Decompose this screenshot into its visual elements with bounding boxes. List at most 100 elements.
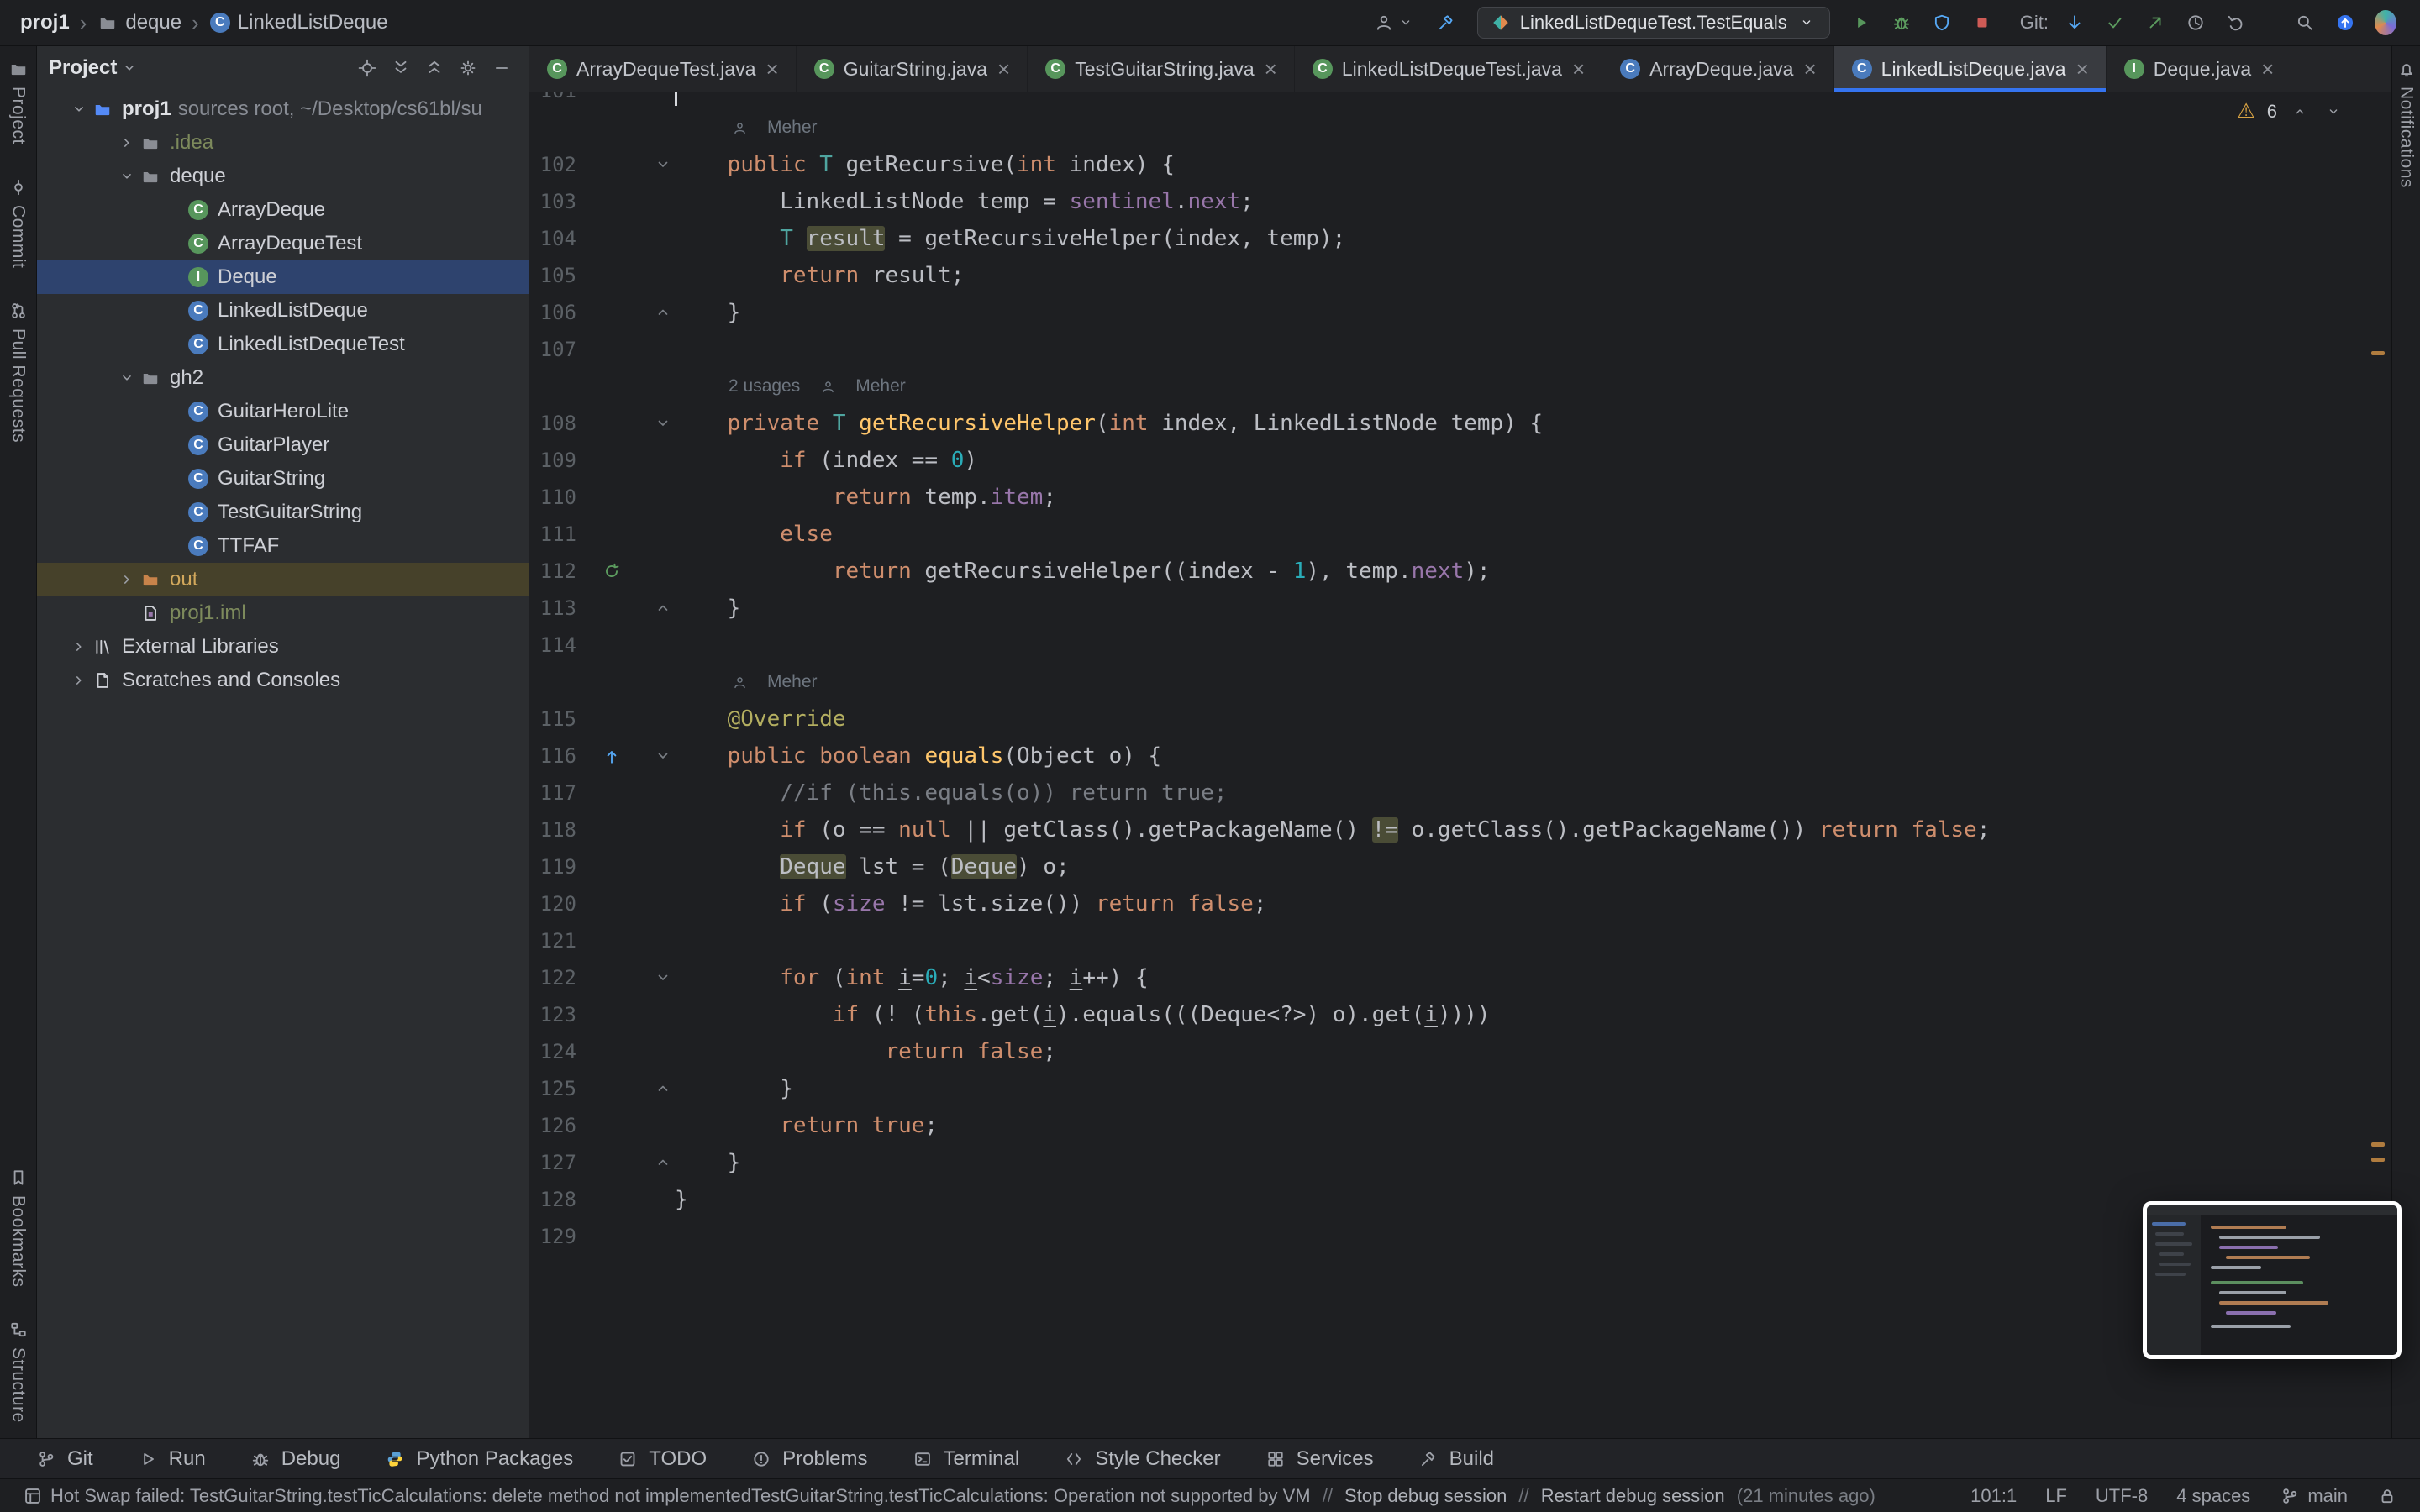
code-text[interactable]: T result = getRecursiveHelper(index, tem… xyxy=(675,220,1345,257)
code-editor[interactable]: 101Meher102 public T getRecursive(int in… xyxy=(529,92,2391,1438)
line-number[interactable]: 126 xyxy=(529,1107,576,1144)
update-project-button[interactable] xyxy=(2060,6,2089,39)
indent-style-widget[interactable]: 4 spaces xyxy=(2176,1485,2250,1507)
line-number[interactable]: 105 xyxy=(529,257,576,294)
breadcrumb-linkedlistdeque[interactable]: CLinkedListDeque xyxy=(209,11,388,34)
close-tab-icon[interactable]: × xyxy=(1803,56,1816,82)
tree-item-guitarstring[interactable]: CGuitarString xyxy=(37,462,529,496)
chevron-down-icon[interactable] xyxy=(66,102,92,117)
code-text[interactable]: } xyxy=(675,294,740,331)
status-link-stop-debug-session[interactable]: Stop debug session xyxy=(1344,1485,1507,1507)
code-text[interactable]: return false; xyxy=(675,1033,1056,1070)
close-tab-icon[interactable]: × xyxy=(2076,56,2089,82)
tool-window-terminal[interactable]: Terminal xyxy=(912,1447,1020,1471)
line-number[interactable]: 108 xyxy=(529,405,576,442)
chevron-right-icon[interactable] xyxy=(114,572,139,587)
tree-item-external-libraries[interactable]: External Libraries xyxy=(37,630,529,664)
fold-up-icon[interactable] xyxy=(650,590,676,627)
line-number[interactable]: 110 xyxy=(529,479,576,516)
tool-window-todo[interactable]: TODO xyxy=(617,1447,707,1471)
code-text[interactable]: } xyxy=(675,1144,740,1181)
fold-down-icon[interactable] xyxy=(650,146,676,183)
tree-item-idea[interactable]: .idea xyxy=(37,126,529,160)
tree-item-linkedlistdeque[interactable]: CLinkedListDeque xyxy=(37,294,529,328)
tool-stripe-bookmarks[interactable]: Bookmarks xyxy=(8,1167,29,1288)
git-branch-widget[interactable]: main xyxy=(2279,1485,2348,1507)
code-text[interactable]: LinkedListNode temp = sentinel.next; xyxy=(675,183,1254,220)
next-problem-icon[interactable] xyxy=(2323,101,2344,123)
chevron-right-icon[interactable] xyxy=(66,639,92,654)
tool-window-debug[interactable]: Debug xyxy=(250,1447,341,1471)
line-number[interactable]: 124 xyxy=(529,1033,576,1070)
expand-all-button[interactable] xyxy=(386,53,416,83)
tab-linkedlistdequetest-java[interactable]: CLinkedListDequeTest.java× xyxy=(1295,46,1602,92)
history-button[interactable] xyxy=(2181,6,2210,39)
line-separator-widget[interactable]: LF xyxy=(2045,1485,2067,1507)
code-text[interactable]: if (o == null || getClass().getPackageNa… xyxy=(675,811,1990,848)
line-number[interactable]: 101 xyxy=(529,92,576,109)
fold-down-icon[interactable] xyxy=(650,738,676,774)
tree-item-proj1[interactable]: proj1sources root, ~/Desktop/cs61bl/su xyxy=(37,92,529,126)
code-text[interactable]: } xyxy=(675,1181,688,1218)
tool-stripe-structure[interactable]: Structure xyxy=(8,1319,29,1423)
tab-guitarstring-java[interactable]: CGuitarString.java× xyxy=(797,46,1028,92)
line-number[interactable]: 119 xyxy=(529,848,576,885)
override-gutter-icon[interactable] xyxy=(593,738,630,774)
search-everywhere-button[interactable] xyxy=(2291,6,2319,39)
build-button[interactable] xyxy=(1432,6,1460,39)
chevron-down-icon[interactable] xyxy=(122,60,137,76)
line-number[interactable]: 103 xyxy=(529,183,576,220)
rollback-button[interactable] xyxy=(2222,6,2250,39)
code-text[interactable]: Deque lst = (Deque) o; xyxy=(675,848,1070,885)
line-number[interactable]: 114 xyxy=(529,627,576,664)
tree-item-ttfaf[interactable]: CTTFAF xyxy=(37,529,529,563)
tree-item-gh2[interactable]: gh2 xyxy=(37,361,529,395)
close-tab-icon[interactable]: × xyxy=(1572,56,1585,82)
tool-window-build[interactable]: Build xyxy=(1418,1447,1494,1471)
fold-up-icon[interactable] xyxy=(650,1070,676,1107)
code-text[interactable]: return getRecursiveHelper((index - 1), t… xyxy=(675,553,1491,590)
stop-button[interactable] xyxy=(1968,6,1996,39)
code-text[interactable]: for (int i=0; i<size; i++) { xyxy=(675,959,1149,996)
tool-window-style-checker[interactable]: Style Checker xyxy=(1063,1447,1220,1471)
code-text[interactable]: if (! (this.get(i).equals(((Deque<?>) o)… xyxy=(675,996,1491,1033)
line-number[interactable]: 111 xyxy=(529,516,576,553)
fold-up-icon[interactable] xyxy=(650,294,676,331)
tree-item-scratches-and-consoles[interactable]: Scratches and Consoles xyxy=(37,664,529,697)
tree-item-deque[interactable]: deque xyxy=(37,160,529,193)
collapse-all-button[interactable] xyxy=(419,53,450,83)
user-menu-button[interactable] xyxy=(1370,6,1420,39)
code-text[interactable]: @Override xyxy=(675,701,846,738)
close-tab-icon[interactable]: × xyxy=(1265,56,1277,82)
status-link-restart-debug-session[interactable]: Restart debug session xyxy=(1541,1485,1725,1507)
line-number[interactable]: 109 xyxy=(529,442,576,479)
tool-windows-button[interactable] xyxy=(22,1485,44,1507)
line-number[interactable]: 127 xyxy=(529,1144,576,1181)
code-text[interactable]: public boolean equals(Object o) { xyxy=(675,738,1161,774)
tool-stripe-pull-requests[interactable]: Pull Requests xyxy=(8,300,29,443)
line-number[interactable]: 125 xyxy=(529,1070,576,1107)
line-number[interactable]: 112 xyxy=(529,553,576,590)
author-hint[interactable]: Meher xyxy=(767,118,818,138)
tool-window-services[interactable]: Services xyxy=(1265,1447,1374,1471)
locate-button[interactable] xyxy=(352,53,382,83)
close-tab-icon[interactable]: × xyxy=(997,56,1010,82)
chevron-down-icon[interactable] xyxy=(114,169,139,184)
tree-item-guitarherolite[interactable]: CGuitarHeroLite xyxy=(37,395,529,428)
tree-item-arraydeque[interactable]: CArrayDeque xyxy=(37,193,529,227)
chevron-right-icon[interactable] xyxy=(114,135,139,150)
encoding-widget[interactable]: UTF-8 xyxy=(2096,1485,2148,1507)
tab-arraydeque-java[interactable]: CArrayDeque.java× xyxy=(1602,46,1834,92)
line-number[interactable]: 118 xyxy=(529,811,576,848)
tree-item-out[interactable]: out xyxy=(37,563,529,596)
line-number[interactable]: 128 xyxy=(529,1181,576,1218)
tree-item-linkedlistdequetest[interactable]: CLinkedListDequeTest xyxy=(37,328,529,361)
breadcrumb-proj1[interactable]: proj1 xyxy=(20,11,70,34)
screenshot-preview[interactable] xyxy=(2143,1201,2402,1359)
breadcrumb-deque[interactable]: deque xyxy=(97,11,182,34)
fold-up-icon[interactable] xyxy=(650,1144,676,1181)
tool-window-problems[interactable]: Problems xyxy=(750,1447,867,1471)
run-config-selector[interactable]: LinkedListDequeTest.TestEquals xyxy=(1477,7,1830,39)
line-number[interactable]: 123 xyxy=(529,996,576,1033)
usages-hint[interactable]: 2 usages xyxy=(729,376,800,396)
